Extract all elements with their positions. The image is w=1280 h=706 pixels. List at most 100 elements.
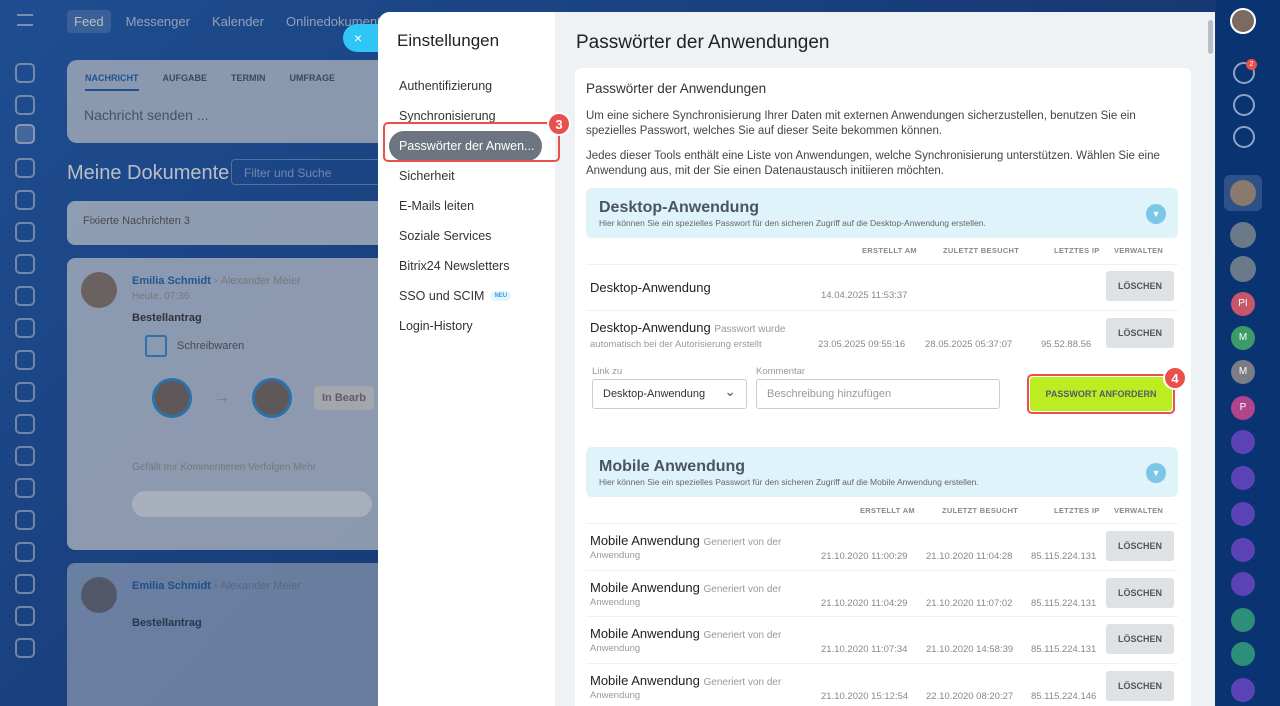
section-title: Desktop-Anwendung xyxy=(599,199,759,216)
last-ip: 85.115.224.131 xyxy=(1031,551,1097,562)
channel-icon[interactable] xyxy=(1233,94,1255,116)
chevron-down-icon[interactable]: ▼ xyxy=(1146,204,1166,224)
avatar[interactable]: M xyxy=(1231,326,1255,350)
visited-at: 28.05.2025 05:37:07 xyxy=(925,339,1013,350)
avatar[interactable] xyxy=(1230,180,1256,206)
card-title: Passwörter der Anwendungen xyxy=(586,81,767,96)
row-note: Passwort wurde xyxy=(714,324,786,335)
table-row: Mobile Anwendung Generiert von der Anwen… xyxy=(586,616,1178,662)
visited-at: 21.10.2020 11:04:28 xyxy=(926,551,1013,562)
avatar[interactable] xyxy=(1230,222,1256,248)
row-note: Generiert von der xyxy=(703,537,782,548)
channel-icon[interactable] xyxy=(1231,502,1255,526)
col-visited: ZULETZT BESUCHT xyxy=(943,246,1020,255)
col-visited: ZULETZT BESUCHT xyxy=(942,506,1019,515)
sidebar-item-login-history[interactable]: Login-History xyxy=(389,311,545,341)
delete-button[interactable]: LÖSCHEN xyxy=(1106,318,1174,348)
app-select[interactable]: Desktop-Anwendung xyxy=(592,379,747,409)
row-name: Mobile Anwendung xyxy=(590,580,700,595)
comment-input[interactable]: Beschreibung hinzufügen xyxy=(756,379,1000,409)
channel-icon[interactable] xyxy=(1231,572,1255,596)
page-title: Passwörter der Anwendungen xyxy=(576,32,830,53)
table-row: Desktop-Anwendung Passwort wurde automat… xyxy=(586,310,1178,356)
sidebar-item-newsletters[interactable]: Bitrix24 Newsletters xyxy=(389,251,545,281)
main-content: Passwörter der Anwendungen Passwörter de… xyxy=(555,12,1215,706)
delete-button[interactable]: LÖSCHEN xyxy=(1106,578,1174,608)
row-sub: Anwendung xyxy=(590,643,641,654)
sidebar-item-security[interactable]: Sicherheit xyxy=(389,161,545,191)
section-desc: Hier können Sie ein spezielles Passwort … xyxy=(599,477,979,487)
link-label: Link zu xyxy=(592,366,623,377)
settings-panel: Einstellungen Authentifizierung Synchron… xyxy=(378,12,1215,706)
col-created: ERSTELLT AM xyxy=(862,246,917,255)
chat-icon[interactable] xyxy=(1231,430,1255,454)
sidebar-item-sso[interactable]: SSO und SCIM NEU xyxy=(389,281,545,311)
row-note: Generiert von der xyxy=(703,584,782,595)
chevron-down-icon[interactable]: ▼ xyxy=(1146,463,1166,483)
row-note: Generiert von der xyxy=(703,677,782,688)
last-ip: 85.115.224.146 xyxy=(1031,691,1097,702)
row-name: Desktop-Anwendung xyxy=(590,320,711,335)
sidebar-item-email-forward[interactable]: E-Mails leiten xyxy=(389,191,545,221)
row-sub: Anwendung xyxy=(590,550,641,561)
row-name: Desktop-Anwendung xyxy=(590,280,711,295)
sidebar-item-label: SSO und SCIM xyxy=(399,289,485,303)
avatar[interactable]: M xyxy=(1231,360,1255,384)
step-marker: 4 xyxy=(1163,366,1187,390)
row-sub: Anwendung xyxy=(590,690,641,701)
table-row: Mobile Anwendung Generiert von der Anwen… xyxy=(586,523,1178,569)
table-row: Mobile Anwendung Generiert von der Anwen… xyxy=(586,570,1178,616)
last-ip: 85.115.224.131 xyxy=(1031,598,1097,609)
col-ip: LETZTES IP xyxy=(1054,246,1100,255)
row-name: Mobile Anwendung xyxy=(590,673,700,688)
row-note: Generiert von der xyxy=(703,630,782,641)
table-row: Mobile Anwendung Generiert von der Anwen… xyxy=(586,663,1178,706)
lock-icon[interactable] xyxy=(1231,642,1255,666)
visited-at: 22.10.2020 08:20:27 xyxy=(926,691,1014,702)
avatar[interactable] xyxy=(1230,8,1256,34)
settings-sidebar: Einstellungen Authentifizierung Synchron… xyxy=(378,12,571,706)
created-at: 21.10.2020 11:07:34 xyxy=(821,644,908,655)
col-created: ERSTELLT AM xyxy=(860,506,915,515)
col-manage: VERWALTEN xyxy=(1114,506,1164,515)
avatar[interactable]: PI xyxy=(1231,292,1255,316)
section-title: Mobile Anwendung xyxy=(599,458,746,475)
sidebar-item-authentication[interactable]: Authentifizierung xyxy=(389,71,545,101)
row-sub: Anwendung xyxy=(590,597,641,608)
avatar[interactable] xyxy=(1230,256,1256,282)
created-at: 14.04.2025 11:53:37 xyxy=(821,290,908,301)
close-icon[interactable]: × xyxy=(343,24,381,52)
row-name: Mobile Anwendung xyxy=(590,533,700,548)
intro-text: Um eine sichere Synchronisierung Ihrer D… xyxy=(586,110,1136,137)
avatar[interactable]: P xyxy=(1231,396,1255,420)
section-desc: Hier können Sie ein spezielles Passwort … xyxy=(599,218,986,228)
delete-button[interactable]: LÖSCHEN xyxy=(1106,271,1174,301)
channel-icon[interactable] xyxy=(1231,678,1255,702)
highlight-frame xyxy=(383,122,560,162)
delete-button[interactable]: LÖSCHEN xyxy=(1106,624,1174,654)
content-card: Passwörter der Anwendungen Um eine siche… xyxy=(575,68,1191,706)
row-name: Mobile Anwendung xyxy=(590,626,700,641)
task-icon[interactable] xyxy=(1231,608,1255,632)
created-at: 21.10.2020 11:04:29 xyxy=(821,598,908,609)
delete-button[interactable]: LÖSCHEN xyxy=(1106,531,1174,561)
table-row: Desktop-Anwendung 14.04.2025 11:53:37 LÖ… xyxy=(586,264,1178,310)
request-password-button[interactable]: PASSWORT ANFORDERN xyxy=(1030,377,1172,411)
sidebar-item-social[interactable]: Soziale Services xyxy=(389,221,545,251)
section-mobile: Mobile Anwendung Hier können Sie ein spe… xyxy=(586,447,1178,497)
created-at: 21.10.2020 15:12:54 xyxy=(821,691,909,702)
notification-count: 2 xyxy=(1246,59,1257,70)
visited-at: 21.10.2020 14:58:39 xyxy=(926,644,1014,655)
intro-text: Jedes dieser Tools enthält eine Liste vo… xyxy=(586,150,1160,177)
scrollbar[interactable] xyxy=(1208,20,1213,54)
search-icon[interactable] xyxy=(1233,126,1255,148)
channel-icon[interactable] xyxy=(1231,466,1255,490)
last-ip: 95.52.88.56 xyxy=(1041,339,1092,350)
row-sub: automatisch bei der Autorisierung erstel… xyxy=(590,339,762,350)
created-at: 23.05.2025 09:55:16 xyxy=(818,339,906,350)
last-ip: 85.115.224.131 xyxy=(1031,644,1097,655)
chat-icon[interactable] xyxy=(1231,538,1255,562)
section-desktop: Desktop-Anwendung Hier können Sie ein sp… xyxy=(586,188,1178,238)
delete-button[interactable]: LÖSCHEN xyxy=(1106,671,1174,701)
visited-at: 21.10.2020 11:07:02 xyxy=(926,598,1013,609)
